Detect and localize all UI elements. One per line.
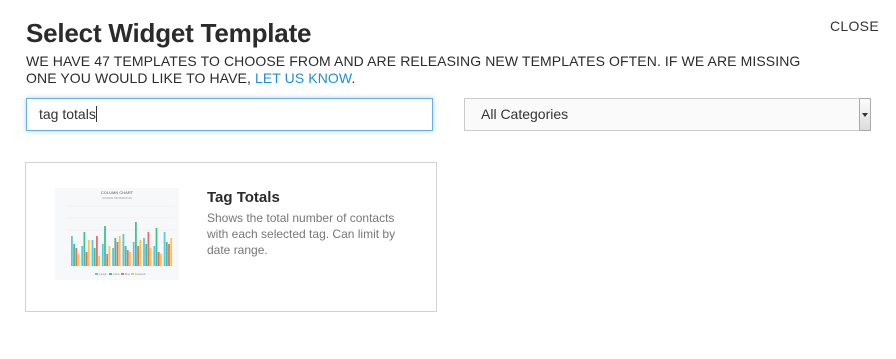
thumbnail-chart-title: COLUMN CHART: [101, 190, 134, 195]
category-select-value: All Categories: [481, 106, 569, 122]
let-us-know-link[interactable]: let us know: [255, 70, 352, 86]
dialog-title: Select Widget Template: [26, 18, 312, 48]
search-input-value: tag totals: [39, 106, 96, 122]
svg-text:Google: Google: [99, 273, 107, 276]
search-input[interactable]: tag totals: [26, 98, 433, 131]
template-description: Shows the total number of contacts with …: [207, 211, 396, 257]
category-select[interactable]: All Categories: [464, 98, 871, 131]
text-cursor: [95, 106, 97, 122]
column-chart-thumbnail-image: COLUMN CHART SOURCE INFORMATION Google Y…: [55, 188, 179, 280]
svg-text:Yahoo: Yahoo: [113, 273, 120, 276]
dropdown-arrow-icon[interactable]: [859, 98, 871, 131]
intro-text: We have 47 templates to choose from and …: [26, 53, 801, 86]
thumbnail-chart-subtitle: SOURCE INFORMATION: [102, 196, 132, 200]
svg-text:Bing: Bing: [125, 273, 130, 276]
template-card-tag-totals[interactable]: COLUMN CHART SOURCE INFORMATION Google Y…: [25, 162, 437, 312]
svg-text:Facebook: Facebook: [135, 273, 146, 276]
dialog-intro: We have 47 templates to choose from and …: [26, 53, 806, 87]
template-title: Tag Totals: [207, 189, 280, 206]
close-button[interactable]: CLOSE: [830, 18, 879, 34]
intro-end: .: [351, 70, 356, 86]
template-thumbnail: COLUMN CHART SOURCE INFORMATION Google Y…: [55, 188, 179, 280]
